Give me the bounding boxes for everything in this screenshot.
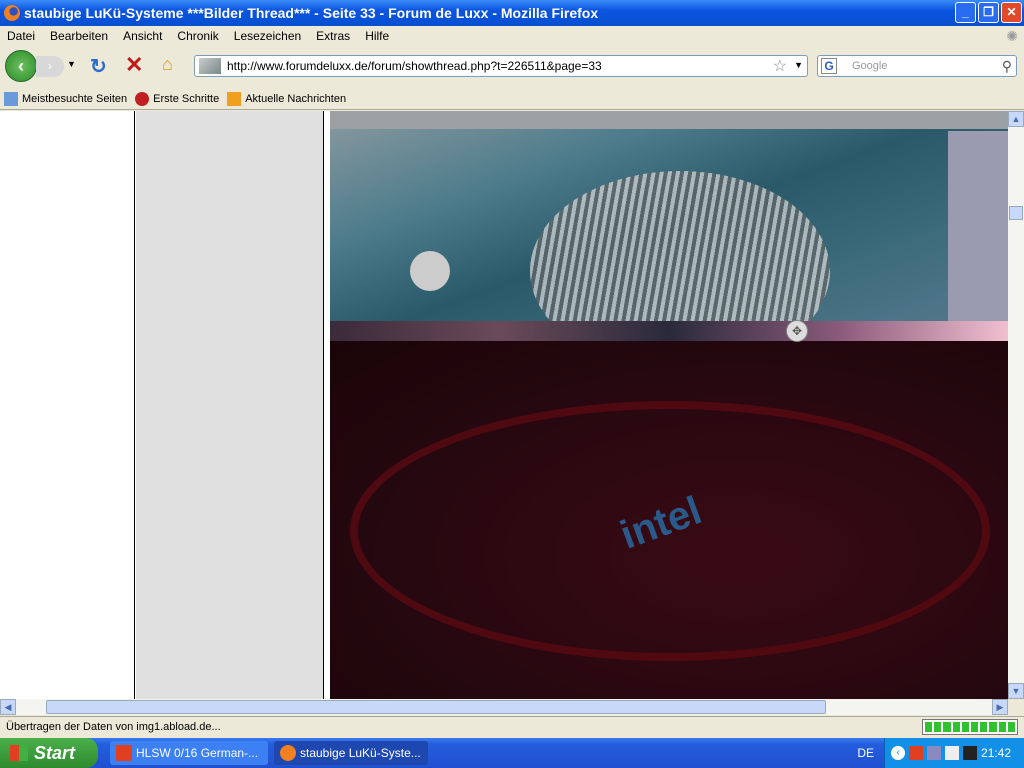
bookmark-meistbesuchte[interactable]: Meistbesuchte Seiten (4, 91, 127, 106)
scroll-left-button[interactable]: ◀ (0, 699, 16, 715)
start-button[interactable]: Start (0, 738, 98, 768)
scroll-down-button[interactable]: ▼ (1008, 683, 1024, 699)
search-icon[interactable]: ⚲ (1002, 56, 1012, 76)
minimize-button[interactable]: _ (955, 2, 976, 23)
home-button[interactable]: ⌂ (162, 54, 173, 75)
folder-icon (4, 91, 18, 106)
back-button[interactable]: ‹ (5, 50, 37, 82)
firefox-bookmark-icon (135, 91, 150, 106)
window-title: staubige LuKü-Systeme ***Bilder Thread**… (24, 5, 599, 21)
menu-extras[interactable]: Extras (316, 29, 350, 43)
system-tray: ‹ 21:42 (884, 738, 1024, 768)
menu-datei[interactable]: Datei (7, 29, 35, 43)
firefox-icon (4, 5, 20, 21)
menu-bearbeiten[interactable]: Bearbeiten (50, 29, 108, 43)
throbber-icon: ✺ (1006, 28, 1018, 44)
close-button[interactable]: ✕ (1001, 2, 1022, 23)
status-bar: Übertragen der Daten von img1.abload.de.… (0, 716, 1024, 738)
headset-tray-icon[interactable] (927, 746, 941, 760)
windows-logo-icon (10, 745, 28, 761)
show-hidden-icons-button[interactable]: ‹ (891, 746, 905, 760)
menu-hilfe[interactable]: Hilfe (365, 29, 389, 43)
status-text: Übertragen der Daten von img1.abload.de.… (6, 721, 221, 733)
rockstar-tray-icon[interactable] (963, 746, 977, 760)
stop-button[interactable]: ✕ (125, 52, 143, 78)
intel-fan-photo: intel (330, 341, 1008, 699)
url-bar[interactable]: http://www.forumdeluxx.de/forum/showthre… (194, 55, 808, 77)
horizontal-scrollbar[interactable]: ◀ ▶ (0, 699, 1008, 715)
move-icon[interactable]: ✥ (786, 320, 808, 342)
firefox-icon (280, 745, 296, 761)
language-indicator[interactable]: DE (857, 746, 874, 760)
bookmarks-toolbar: Meistbesuchte Seiten Erste Schritte Aktu… (0, 88, 1024, 110)
app-tray-icon[interactable] (945, 746, 959, 760)
menu-lesezeichen[interactable]: Lesezeichen (234, 29, 301, 43)
google-engine-icon[interactable]: G (821, 58, 837, 74)
bookmark-star-icon[interactable]: ☆ (773, 56, 787, 76)
forward-button[interactable]: › (36, 56, 64, 77)
taskbar-item-firefox[interactable]: staubige LuKü-Syste... (274, 741, 428, 765)
search-input[interactable]: G Google ⚲ (817, 55, 1017, 77)
navigation-toolbar: ‹ › ▼ ↻ ✕ ⌂ http://www.forumdeluxx.de/fo… (0, 46, 1024, 86)
reload-button[interactable]: ↻ (90, 54, 107, 79)
menu-bar: Datei Bearbeiten Ansicht Chronik Lesezei… (0, 26, 1024, 46)
bookmark-erste-schritte[interactable]: Erste Schritte (135, 91, 219, 106)
url-dropdown[interactable]: ▼ (794, 60, 803, 70)
middle-column (136, 111, 324, 699)
title-bar: staubige LuKü-Systeme ***Bilder Thread**… (0, 0, 1024, 26)
menu-chronik[interactable]: Chronik (177, 29, 218, 43)
loading-progress (922, 719, 1018, 735)
search-placeholder: Google (852, 60, 888, 72)
motherboard-photo (330, 111, 1008, 371)
clock[interactable]: 21:42 (981, 746, 1011, 760)
scroll-right-button[interactable]: ▶ (992, 699, 1008, 715)
taskbar: Start HLSW 0/16 German-... staubige LuKü… (0, 738, 1024, 768)
scroll-up-button[interactable]: ▲ (1008, 111, 1024, 127)
history-dropdown[interactable]: ▼ (67, 59, 76, 69)
left-column (0, 111, 135, 699)
rss-icon (227, 91, 242, 106)
site-identity-icon[interactable] (199, 58, 221, 74)
maximize-button[interactable]: ❐ (978, 2, 999, 23)
hlsw-icon (116, 745, 132, 761)
taskbar-item-hlsw[interactable]: HLSW 0/16 German-... (110, 741, 268, 765)
bookmark-nachrichten[interactable]: Aktuelle Nachrichten (227, 91, 346, 106)
menu-ansicht[interactable]: Ansicht (123, 29, 162, 43)
vertical-scrollbar[interactable]: ▲ ▼ (1008, 111, 1024, 699)
hlsw-tray-icon[interactable] (909, 746, 923, 760)
vertical-scroll-thumb[interactable] (1009, 206, 1023, 220)
scroll-corner (1008, 699, 1024, 715)
horizontal-scroll-thumb[interactable] (46, 700, 826, 714)
url-text[interactable]: http://www.forumdeluxx.de/forum/showthre… (227, 59, 602, 73)
